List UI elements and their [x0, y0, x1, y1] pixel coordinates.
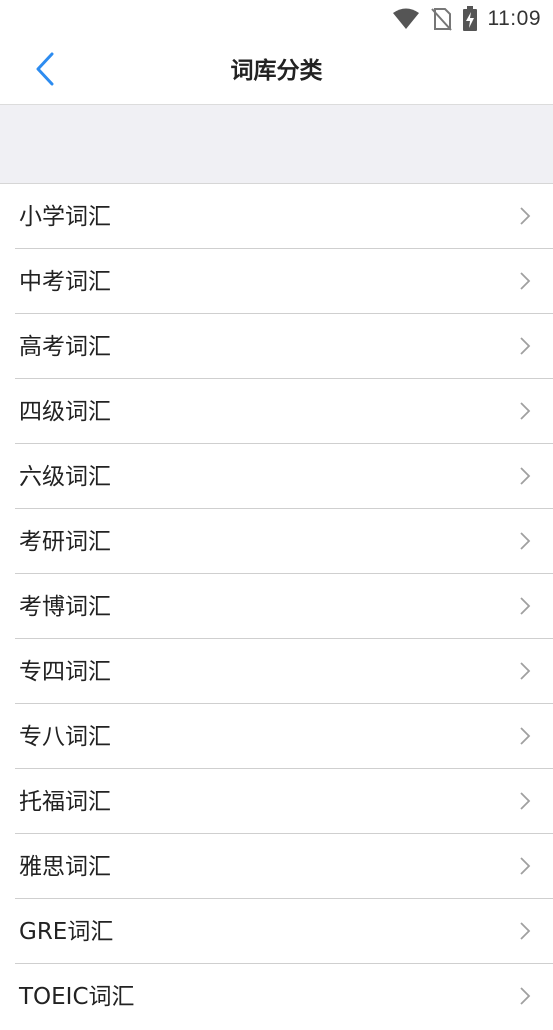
list-item-primary-school[interactable]: 小学词汇 [15, 184, 553, 249]
chevron-right-icon [520, 402, 531, 420]
chevron-right-icon [520, 532, 531, 550]
chevron-right-icon [520, 662, 531, 680]
chevron-right-icon [520, 922, 531, 940]
list-item-gre[interactable]: GRE词汇 [15, 899, 553, 964]
page-title: 词库分类 [230, 58, 323, 84]
list-item-label: 六级词汇 [19, 464, 111, 490]
chevron-right-icon [520, 207, 531, 225]
title-bar: 词库分类 [0, 38, 553, 105]
header-spacer-band [0, 105, 553, 184]
list-item-label: 小学词汇 [19, 204, 111, 230]
chevron-right-icon [520, 467, 531, 485]
chevron-right-icon [520, 597, 531, 615]
list-item-toefl[interactable]: 托福词汇 [15, 769, 553, 834]
list-item-tem4[interactable]: 专四词汇 [15, 639, 553, 704]
chevron-right-icon [520, 272, 531, 290]
chevron-right-icon [520, 337, 531, 355]
list-item-ielts[interactable]: 雅思词汇 [15, 834, 553, 899]
no-sim-icon [430, 7, 452, 31]
list-item-cet6[interactable]: 六级词汇 [15, 444, 553, 509]
list-item-label: 专四词汇 [19, 659, 111, 685]
list-item-label: 托福词汇 [19, 789, 111, 815]
list-item-middle-school-exam[interactable]: 中考词汇 [15, 249, 553, 314]
chevron-right-icon [520, 987, 531, 1005]
list-item-label: TOEIC词汇 [19, 984, 135, 1010]
status-icons: 11:09 [392, 6, 542, 32]
list-item-tem8[interactable]: 专八词汇 [15, 704, 553, 769]
list-item-college-entrance[interactable]: 高考词汇 [15, 314, 553, 379]
list-item-cet4[interactable]: 四级词汇 [15, 379, 553, 444]
category-list: 小学词汇 中考词汇 高考词汇 四级词汇 六级词汇 考研词汇 考博词汇 专四词汇 … [0, 184, 553, 1028]
battery-charging-icon [462, 6, 478, 32]
list-item-label: 雅思词汇 [19, 854, 111, 880]
status-time: 11:09 [487, 7, 541, 30]
list-item-doctoral[interactable]: 考博词汇 [15, 574, 553, 639]
list-item-label: 中考词汇 [19, 269, 111, 295]
chevron-right-icon [520, 792, 531, 810]
chevron-right-icon [520, 727, 531, 745]
list-item-toeic[interactable]: TOEIC词汇 [15, 964, 553, 1028]
status-bar: 11:09 [0, 0, 553, 38]
list-item-label: 高考词汇 [19, 334, 111, 360]
list-item-label: 专八词汇 [19, 724, 111, 750]
list-item-label: 考博词汇 [19, 594, 111, 620]
list-item-label: 四级词汇 [19, 399, 111, 425]
list-item-label: GRE词汇 [19, 919, 114, 945]
list-item-label: 考研词汇 [19, 529, 111, 555]
wifi-icon [392, 8, 420, 30]
list-item-postgraduate[interactable]: 考研词汇 [15, 509, 553, 574]
chevron-right-icon [520, 857, 531, 875]
